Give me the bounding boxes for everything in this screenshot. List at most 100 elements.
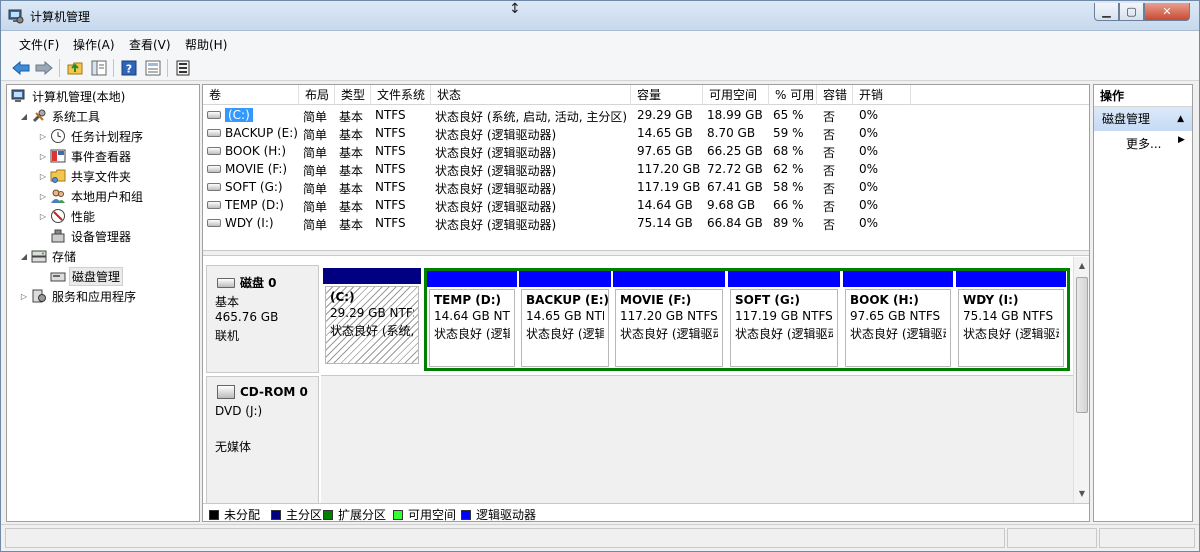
partition-status: 状态良好 (逻辑驱动器) <box>620 327 718 341</box>
tree-performance[interactable]: ▷ 性能 <box>38 207 97 225</box>
forward-arrow-icon[interactable] <box>34 58 54 78</box>
tree-services[interactable]: ▷ 服务和应用程序 <box>19 287 138 305</box>
cdrom-0-info[interactable]: CD-ROM 0 DVD (J:) 无媒体 <box>206 376 319 504</box>
more-actions-link[interactable]: 更多... ▶ <box>1126 135 1185 152</box>
cell-fs: NTFS <box>375 162 406 176</box>
properties-icon[interactable] <box>143 58 163 78</box>
tree-local-users[interactable]: ▷ 本地用户和组 <box>38 187 145 205</box>
table-row[interactable]: (C:) 简单 基本 NTFS 状态良好 (系统, 启动, 活动, 主分区) 29.29 … <box>203 107 1089 125</box>
graph-vertical-scrollbar[interactable]: ▲ ▼ <box>1073 257 1089 503</box>
expand-arrow-icon[interactable]: ▷ <box>38 172 48 181</box>
collapse-up-icon[interactable]: ▲ <box>1177 107 1184 131</box>
expand-arrow-icon[interactable]: ▷ <box>38 152 48 161</box>
scroll-down-arrow-icon[interactable]: ▼ <box>1074 487 1089 501</box>
table-row[interactable]: TEMP (D:) 简单 基本 NTFS 状态良好 (逻辑驱动器) 14.64 GB 9.6… <box>203 197 1089 215</box>
actions-section-disk-management[interactable]: 磁盘管理 ▲ <box>1094 107 1192 131</box>
column-header-percent-free[interactable]: % 可用 <box>769 85 817 105</box>
tree-storage[interactable]: ◢ 存储 <box>19 247 78 265</box>
cdrom-0-title: CD-ROM 0 <box>240 385 308 399</box>
tree-shared-folders[interactable]: ▷ 共享文件夹 <box>38 167 133 185</box>
partition-status: 状态良好 (逻辑驱动器) <box>963 327 1059 341</box>
tree-system-tools[interactable]: ◢ 系统工具 <box>19 107 102 125</box>
table-row[interactable]: BOOK (H:) 简单 基本 NTFS 状态良好 (逻辑驱动器) 97.65 GB 66.… <box>203 143 1089 161</box>
maximize-button[interactable]: ▢ <box>1119 3 1144 21</box>
up-folder-icon[interactable] <box>65 58 85 78</box>
disk-0-state: 联机 <box>215 329 240 343</box>
partition-color-bar <box>843 271 953 287</box>
partition-body: BACKUP (E:) 14.65 GB NTFS 状态良好 (逻辑驱动器) <box>521 289 609 367</box>
menu-action[interactable]: 操作(A) <box>73 36 115 53</box>
close-button[interactable]: ✕ <box>1144 3 1190 21</box>
partition-color-bar <box>956 271 1066 287</box>
cell-pct: 59 % <box>773 126 804 140</box>
expand-arrow-icon[interactable]: ▷ <box>38 212 48 221</box>
partition-status: 状态良好 (逻辑驱动器) <box>434 327 510 341</box>
tree-event-viewer[interactable]: ▷ 事件查看器 <box>38 147 133 165</box>
tree-root[interactable]: 计算机管理(本地) <box>9 87 127 105</box>
tree-disk-management[interactable]: 磁盘管理 <box>48 266 124 286</box>
partition-color-bar <box>519 271 611 287</box>
table-row[interactable]: MOVIE (F:) 简单 基本 NTFS 状态良好 (逻辑驱动器) 117.20 GB 7… <box>203 161 1089 179</box>
tree-device-manager[interactable]: 设备管理器 <box>48 227 133 245</box>
back-arrow-icon[interactable] <box>11 58 31 78</box>
cell-free: 9.68 GB <box>707 198 756 212</box>
cell-fs: NTFS <box>375 108 406 122</box>
cell-layout: 简单 <box>303 164 328 178</box>
clock-icon <box>50 128 66 144</box>
partition-body: MOVIE (F:) 117.20 GB NTFS 状态良好 (逻辑驱动器) <box>615 289 723 367</box>
tree-task-scheduler[interactable]: ▷ 任务计划程序 <box>38 127 145 145</box>
cell-fs: NTFS <box>375 144 406 158</box>
cell-name: BACKUP (E:) <box>207 126 301 140</box>
partition-6[interactable]: WDY (I:) 75.14 GB NTFS 状态良好 (逻辑驱动器) <box>956 271 1066 369</box>
menu-file[interactable]: 文件(F) <box>19 36 59 53</box>
column-header-free-space[interactable]: 可用空间 <box>703 85 769 105</box>
column-header-overhead[interactable]: 开销 <box>853 85 911 105</box>
partition-4[interactable]: SOFT (G:) 117.19 GB NTFS 状态良好 (逻辑驱动器) <box>728 271 840 369</box>
table-row[interactable]: WDY (I:) 简单 基本 NTFS 状态良好 (逻辑驱动器) 75.14 GB 66.8… <box>203 215 1089 233</box>
partition-3[interactable]: MOVIE (F:) 117.20 GB NTFS 状态良好 (逻辑驱动器) <box>613 271 725 369</box>
column-header-type[interactable]: 类型 <box>335 85 371 105</box>
pane-splitter[interactable] <box>203 250 1089 256</box>
column-header-capacity[interactable]: 容量 <box>631 85 703 105</box>
menu-view[interactable]: 查看(V) <box>129 36 171 53</box>
disk-0-size: 465.76 GB <box>215 310 279 324</box>
scroll-thumb[interactable] <box>1076 277 1088 413</box>
partition-size: 117.20 GB NTFS <box>620 309 718 323</box>
device-manager-icon <box>50 228 66 244</box>
column-header-status[interactable]: 状态 <box>431 85 631 105</box>
partition-name: WDY (I:) <box>963 293 1019 307</box>
expand-arrow-icon[interactable]: ▷ <box>38 192 48 201</box>
show-hide-tree-icon[interactable] <box>89 58 109 78</box>
collapse-arrow-icon[interactable]: ◢ <box>19 112 29 121</box>
collapse-arrow-icon[interactable]: ◢ <box>19 252 29 261</box>
expand-arrow-icon[interactable]: ▷ <box>38 132 48 141</box>
table-row[interactable]: SOFT (G:) 简单 基本 NTFS 状态良好 (逻辑驱动器) 117.19 GB 67… <box>203 179 1089 197</box>
cell-layout: 简单 <box>303 218 328 232</box>
help-icon[interactable]: ? <box>119 58 139 78</box>
menu-help[interactable]: 帮助(H) <box>185 36 227 53</box>
disk-0-info[interactable]: 磁盘 0 基本 465.76 GB 联机 <box>206 265 319 373</box>
cell-name: SOFT (G:) <box>207 180 301 194</box>
partition-5[interactable]: BOOK (H:) 97.65 GB NTFS 状态良好 (逻辑驱动器) <box>843 271 953 369</box>
cell-overhead: 0% <box>859 216 879 230</box>
column-header-volume[interactable]: 卷 <box>203 85 299 105</box>
tools-icon <box>31 108 47 124</box>
partition-color-bar <box>613 271 725 287</box>
partition-0[interactable]: (C:) 29.29 GB NTFS 状态良好 (系统, 启动, 活动, 主分区) <box>323 268 421 366</box>
cell-status: 状态良好 (逻辑驱动器) <box>435 218 557 232</box>
column-header-layout[interactable]: 布局 <box>299 85 335 105</box>
scroll-up-arrow-icon[interactable]: ▲ <box>1074 259 1089 273</box>
partition-2[interactable]: BACKUP (E:) 14.65 GB NTFS 状态良好 (逻辑驱动器) <box>519 271 611 369</box>
title-bar[interactable]: 计算机管理 ↕ ▁ ▢ ✕ <box>1 1 1199 31</box>
minimize-button[interactable]: ▁ <box>1094 3 1119 21</box>
column-header-fault-tolerance[interactable]: 容错 <box>817 85 853 105</box>
cell-type: 基本 <box>339 110 364 124</box>
column-header-filesystem[interactable]: 文件系统 <box>371 85 431 105</box>
cell-capacity: 29.29 GB <box>637 108 693 122</box>
disk-settings-icon[interactable] <box>173 58 193 78</box>
table-row[interactable]: BACKUP (E:) 简单 基本 NTFS 状态良好 (逻辑驱动器) 14.65 GB 8… <box>203 125 1089 143</box>
cell-status: 状态良好 (系统, 启动, 活动, 主分区) <box>435 110 628 124</box>
expand-arrow-icon[interactable]: ▷ <box>19 292 29 301</box>
partition-1[interactable]: TEMP (D:) 14.64 GB NTFS 状态良好 (逻辑驱动器) <box>427 271 517 369</box>
disk-management-pane: 卷 布局 类型 文件系统 状态 容量 可用空间 % 可用 容错 开销 (C:) 简… <box>202 84 1090 522</box>
